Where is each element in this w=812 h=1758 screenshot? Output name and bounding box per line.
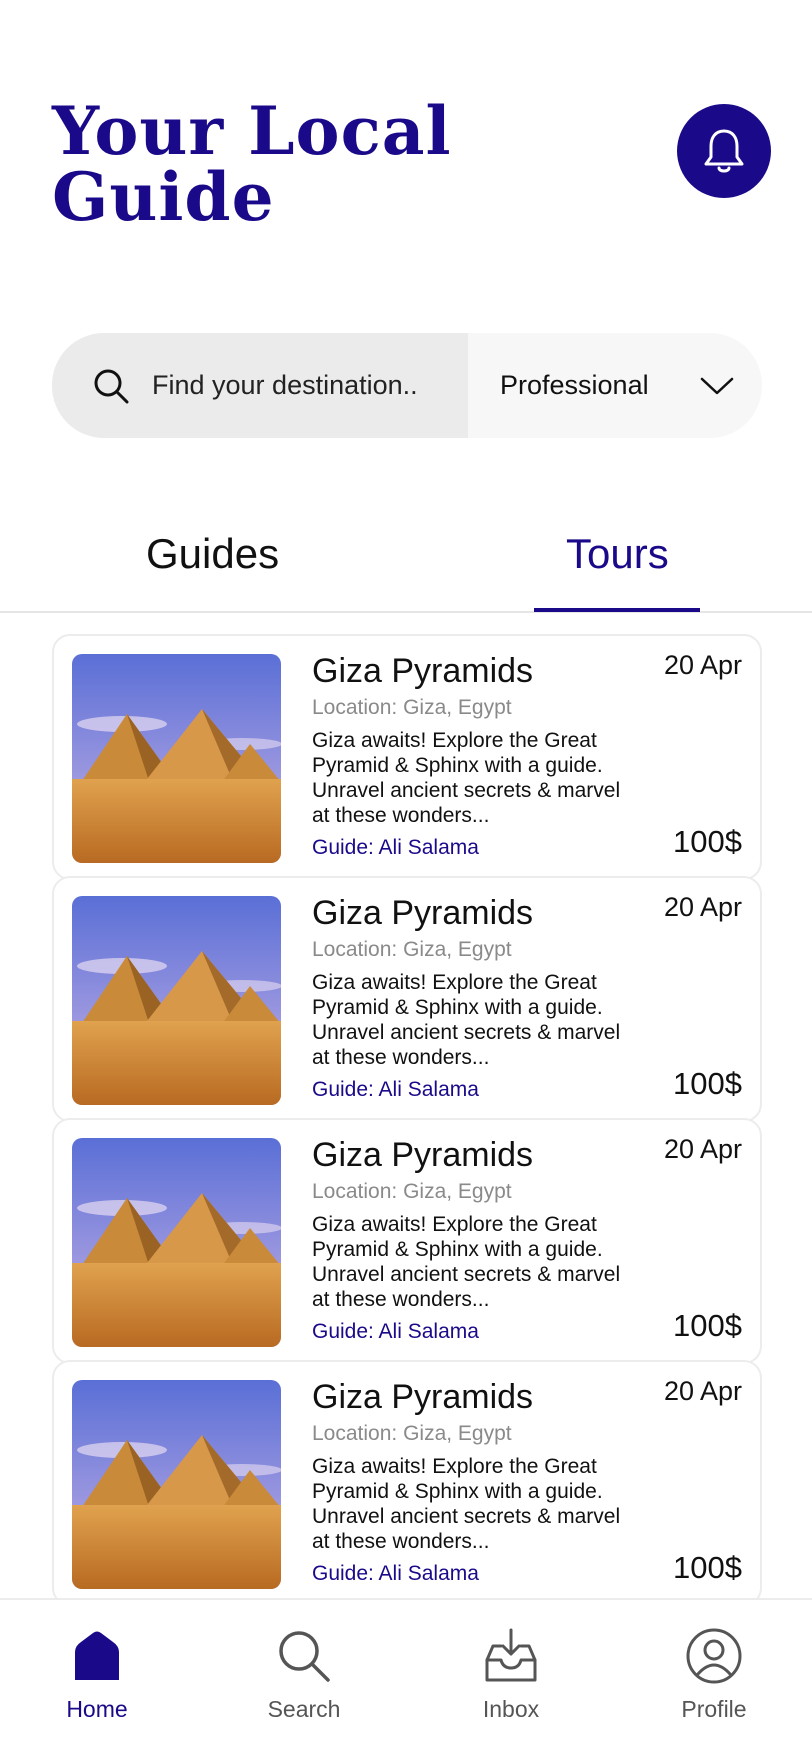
tour-title: Giza Pyramids (312, 1378, 534, 1416)
search-icon (94, 369, 129, 403)
search-input[interactable] (152, 370, 442, 401)
tour-list: Giza Pyramids 20 Apr Location: Giza, Egy… (52, 634, 762, 1606)
tour-description: Giza awaits! Explore the Great Pyramid &… (312, 729, 621, 827)
guide-level-value: Professional (500, 370, 649, 400)
tour-title: Giza Pyramids (312, 1136, 534, 1174)
page-title-line-1: Your Local (52, 92, 452, 170)
tour-image (72, 654, 281, 863)
tab-guides[interactable]: Guides (146, 530, 279, 578)
notifications-button[interactable] (677, 104, 771, 198)
tour-card[interactable]: Giza Pyramids 20 Apr Location: Giza, Egy… (52, 1118, 762, 1364)
tour-date: 20 Apr (663, 650, 742, 680)
nav-profile-label: Profile (681, 1696, 747, 1722)
tour-image (72, 1380, 281, 1589)
tour-guide-link[interactable]: Guide: Ali Salama (312, 1320, 479, 1344)
page-title-line-2: Guide (52, 158, 275, 236)
bell-icon (704, 129, 744, 173)
tour-card[interactable]: Giza Pyramids 20 Apr Location: Giza, Egy… (52, 634, 762, 880)
home-icon (75, 1631, 119, 1680)
tour-guide-link[interactable]: Guide: Ali Salama (312, 1562, 479, 1586)
tour-image (72, 1138, 281, 1347)
tour-card[interactable]: Giza Pyramids 20 Apr Location: Giza, Egy… (52, 1360, 762, 1606)
nav-inbox[interactable]: Inbox (451, 1626, 571, 1723)
tour-card[interactable]: Giza Pyramids 20 Apr Location: Giza, Egy… (52, 876, 762, 1122)
tour-location: Location: Giza, Egypt (312, 1422, 512, 1445)
tour-description: Giza awaits! Explore the Great Pyramid &… (312, 1213, 621, 1311)
tour-date: 20 Apr (663, 1376, 742, 1406)
tour-description: Giza awaits! Explore the Great Pyramid &… (312, 971, 621, 1069)
search-icon (279, 1631, 330, 1682)
tour-date: 20 Apr (663, 1134, 742, 1164)
tour-description: Giza awaits! Explore the Great Pyramid &… (312, 1455, 621, 1553)
tour-price: 100$ (673, 824, 742, 859)
nav-search[interactable]: Search (244, 1626, 364, 1723)
search-field[interactable] (52, 333, 468, 438)
active-tab-indicator (534, 608, 700, 612)
guide-level-select[interactable]: Professional (468, 333, 762, 438)
tour-guide-link[interactable]: Guide: Ali Salama (312, 1078, 479, 1102)
profile-icon (686, 1628, 742, 1684)
chevron-down-icon (700, 377, 734, 394)
tour-location: Location: Giza, Egypt (312, 1180, 512, 1203)
search-bar: Professional (52, 333, 762, 438)
tour-price: 100$ (673, 1550, 742, 1585)
tour-price: 100$ (673, 1066, 742, 1101)
bottom-nav: Home Search Inbox Profile (0, 1598, 812, 1758)
tour-location: Location: Giza, Egypt (312, 696, 512, 719)
tour-title: Giza Pyramids (312, 894, 534, 932)
tour-title: Giza Pyramids (312, 652, 534, 690)
tour-date: 20 Apr (663, 892, 742, 922)
nav-profile[interactable]: Profile (654, 1626, 774, 1723)
tour-guide-link[interactable]: Guide: Ali Salama (312, 836, 479, 860)
page-title: Your Local Guide (52, 98, 452, 230)
nav-home-label: Home (66, 1696, 128, 1722)
tour-image (72, 896, 281, 1105)
tour-location: Location: Giza, Egypt (312, 938, 512, 961)
nav-inbox-label: Inbox (482, 1696, 540, 1722)
nav-search-label: Search (267, 1696, 341, 1722)
tour-price: 100$ (673, 1308, 742, 1343)
nav-home[interactable]: Home (37, 1626, 157, 1723)
inbox-icon (485, 1628, 537, 1682)
tab-bar: Guides Tours (0, 530, 812, 613)
tab-tours[interactable]: Tours (566, 530, 669, 578)
